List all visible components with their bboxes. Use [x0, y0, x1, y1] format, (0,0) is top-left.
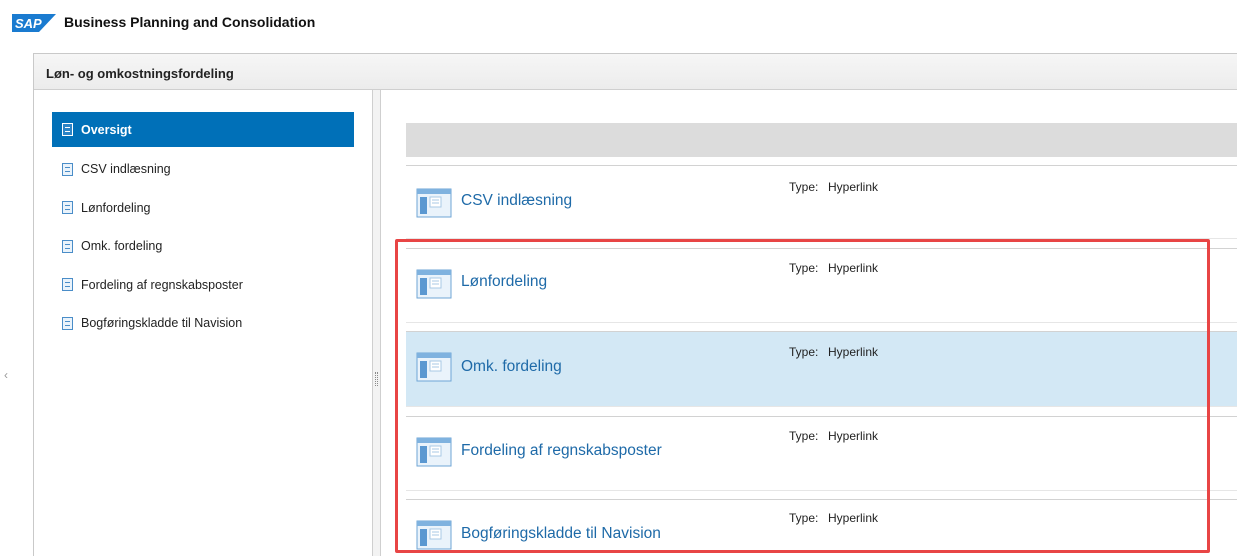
- row-link[interactable]: Bogføringskladde til Navision: [461, 525, 661, 543]
- nav-list: Oversigt CSV indlæsning Lønfordeling Omk…: [52, 112, 354, 343]
- nav-item-label: Omk. fordeling: [81, 239, 163, 254]
- nav-item-label: Lønfordeling: [81, 200, 151, 215]
- splitter-grip-icon: [375, 372, 378, 386]
- workbook-icon: [416, 269, 452, 299]
- list-item-csv-indlaesning[interactable]: CSV indlæsning Type: Hyperlink: [406, 165, 1237, 239]
- list-item-fordeling-af-regnskabsposter[interactable]: Fordeling af regnskabsposter Type: Hyper…: [406, 416, 1237, 491]
- type-value: Hyperlink: [828, 261, 879, 275]
- document-icon: [62, 278, 73, 292]
- nav-item-bogforingskladde[interactable]: Bogføringskladde til Navision: [52, 304, 354, 343]
- navigation-panel: Oversigt CSV indlæsning Lønfordeling Omk…: [34, 90, 372, 556]
- type-value: Hyperlink: [828, 429, 879, 443]
- nav-item-label: CSV indlæsning: [81, 162, 171, 177]
- left-gutter: ‹: [0, 46, 33, 556]
- type-value: Hyperlink: [828, 180, 879, 194]
- document-icon: [62, 316, 73, 330]
- document-icon: [62, 201, 73, 215]
- workbook-title-bar: Løn- og omkostningsfordeling: [34, 54, 1237, 90]
- type-value: Hyperlink: [828, 511, 879, 525]
- type-label: Type:: [789, 180, 819, 194]
- nav-item-lonfordeling[interactable]: Lønfordeling: [52, 189, 354, 228]
- nav-item-fordeling-af-regnskabsposter[interactable]: Fordeling af regnskabsposter: [52, 266, 354, 305]
- type-label: Type:: [789, 345, 819, 359]
- panel-splitter[interactable]: [372, 90, 381, 556]
- row-link[interactable]: Fordeling af regnskabsposter: [461, 442, 662, 460]
- nav-item-omk-fordeling[interactable]: Omk. fordeling: [52, 227, 354, 266]
- app-title: Business Planning and Consolidation: [64, 14, 316, 30]
- overview-icon: [62, 123, 73, 136]
- nav-item-csv-indlaesning[interactable]: CSV indlæsning: [52, 150, 354, 189]
- workbook-icon: [416, 352, 452, 382]
- type-value: Hyperlink: [828, 345, 879, 359]
- workbook-icon: [416, 188, 452, 218]
- row-link[interactable]: Omk. fordeling: [461, 358, 562, 376]
- list-header: [406, 123, 1237, 157]
- gutter-handle[interactable]: ‹: [4, 368, 8, 382]
- app-header: SAP Business Planning and Consolidation: [0, 0, 1237, 46]
- nav-item-label: Oversigt: [81, 122, 132, 137]
- nav-item-oversigt[interactable]: Oversigt: [52, 112, 354, 147]
- workbook-title: Løn- og omkostningsfordeling: [46, 66, 234, 81]
- row-link[interactable]: CSV indlæsning: [461, 192, 572, 210]
- workbook-icon: [416, 437, 452, 467]
- content-panel: CSV indlæsning Type: Hyperlink Lønfordel…: [381, 90, 1237, 556]
- document-icon: [62, 239, 73, 253]
- list-item-bogforingskladde[interactable]: Bogføringskladde til Navision Type: Hype…: [406, 499, 1237, 556]
- nav-item-label: Bogføringskladde til Navision: [81, 316, 243, 331]
- type-label: Type:: [789, 511, 819, 525]
- type-label: Type:: [789, 429, 819, 443]
- type-label: Type:: [789, 261, 819, 275]
- sap-logo: SAP: [12, 14, 56, 32]
- workbook-panel: Løn- og omkostningsfordeling Oversigt CS…: [33, 53, 1237, 556]
- sap-logo-text: SAP: [15, 16, 42, 31]
- nav-item-label: Fordeling af regnskabsposter: [81, 277, 243, 292]
- list-item-omk-fordeling[interactable]: Omk. fordeling Type: Hyperlink: [406, 331, 1237, 407]
- workbook-icon: [416, 520, 452, 550]
- row-link[interactable]: Lønfordeling: [461, 273, 547, 291]
- list-item-lonfordeling[interactable]: Lønfordeling Type: Hyperlink: [406, 248, 1237, 323]
- document-icon: [62, 162, 73, 176]
